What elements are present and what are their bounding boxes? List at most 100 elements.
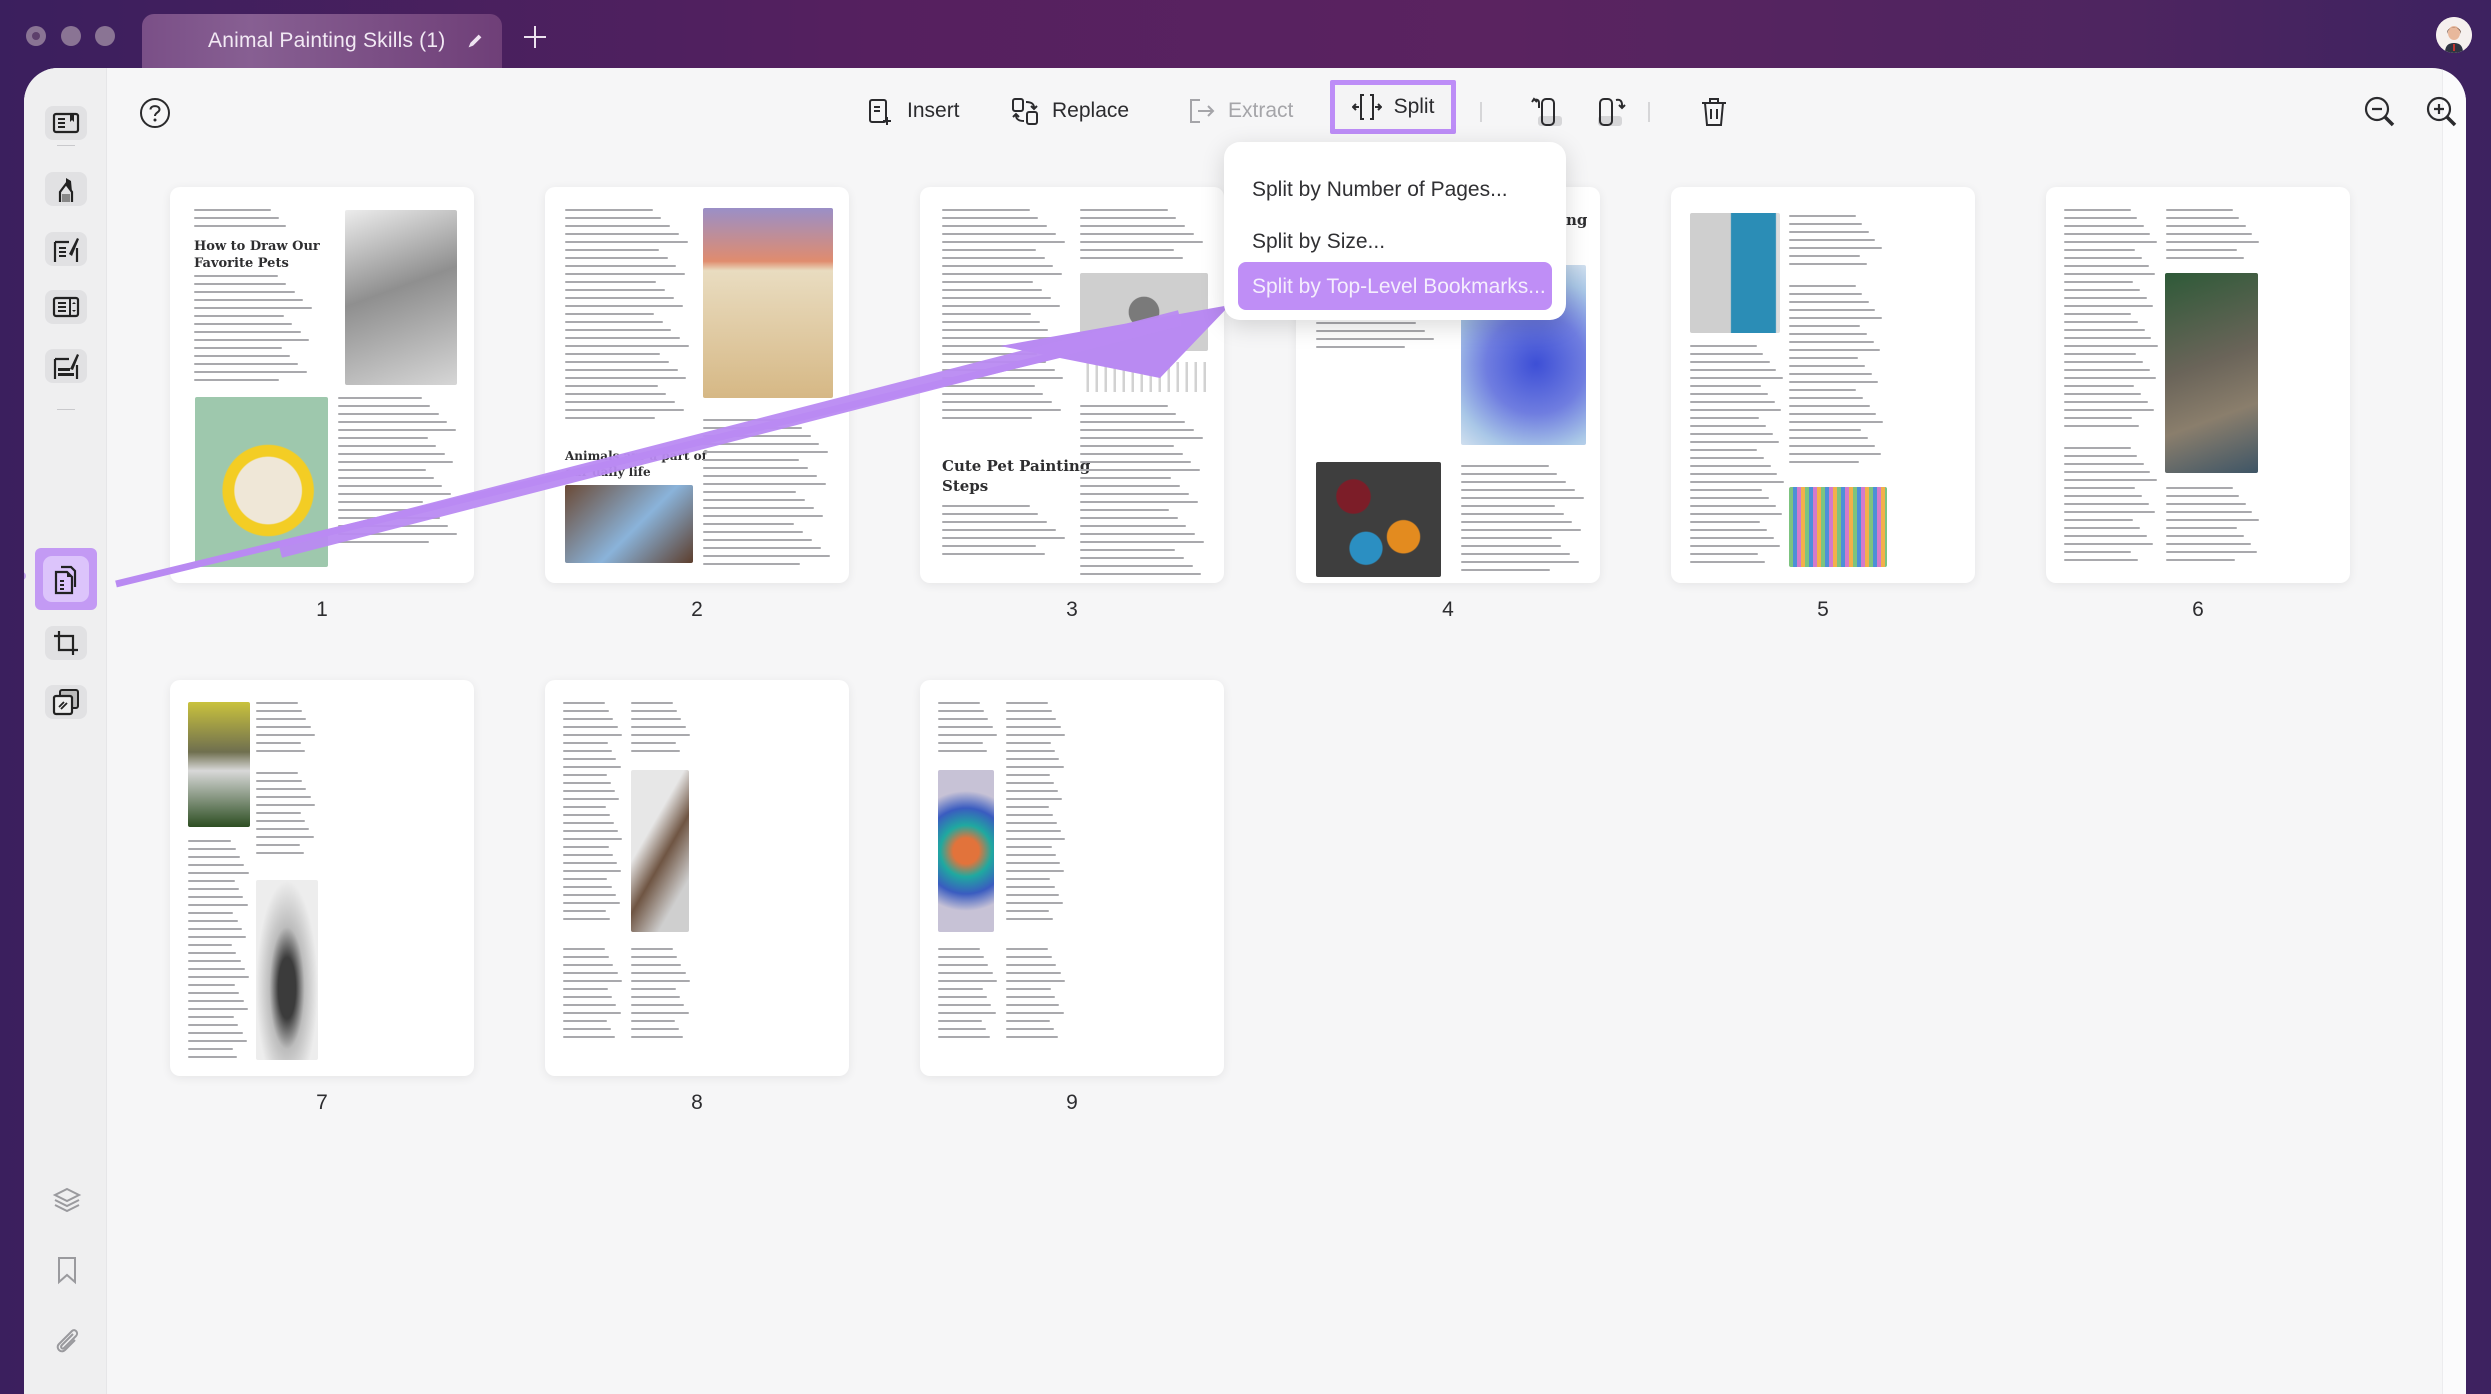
text-block [703, 419, 831, 571]
document-tab[interactable]: Animal Painting Skills (1) [142, 14, 502, 70]
text-block [1006, 702, 1066, 926]
close-window-button[interactable] [26, 26, 46, 46]
rotate-left-icon [1531, 97, 1562, 126]
delete-page-button[interactable] [1696, 94, 1732, 130]
left-sidebar [24, 68, 107, 1394]
zoom-out-button[interactable] [2362, 94, 2398, 130]
dog-sketches-image [1080, 362, 1208, 392]
paint-brushes-image [703, 208, 833, 398]
corgi-image [1080, 273, 1208, 351]
sidebar-comment-button[interactable] [45, 172, 87, 206]
page-number: 6 [2192, 598, 2204, 621]
help-icon [140, 98, 170, 128]
copy-tools-icon [52, 689, 79, 716]
rotate-right-button[interactable] [1596, 94, 1632, 130]
trash-icon [1702, 98, 1726, 126]
page-thumbnail[interactable] [920, 680, 1224, 1076]
user-avatar[interactable] [2436, 17, 2472, 53]
toolbar-separator [1648, 102, 1650, 122]
text-block [2166, 209, 2261, 265]
page-thumbnail[interactable] [1671, 187, 1975, 583]
text-block [1080, 405, 1205, 581]
split-by-size-option[interactable]: Split by Size... [1252, 230, 1385, 254]
rabbit-photo-image [188, 702, 250, 827]
split-icon [1351, 94, 1382, 120]
rotate-left-button[interactable] [1528, 94, 1564, 130]
insert-page-icon [869, 99, 891, 125]
text-block [631, 702, 691, 758]
sidebar-edit-button[interactable] [45, 232, 87, 266]
pencil-icon[interactable] [464, 30, 486, 52]
toolbar-separator [1480, 102, 1482, 122]
sidebar-tools-button[interactable] [45, 685, 87, 719]
page-thumbnail[interactable] [170, 680, 474, 1076]
text-block [2166, 487, 2261, 567]
page-number: 8 [691, 1091, 703, 1114]
page-number: 1 [316, 598, 328, 621]
text-block [942, 209, 1067, 425]
split-label: Split [1393, 95, 1435, 118]
text-block [2064, 447, 2159, 567]
form-icon [52, 296, 80, 318]
text-block [338, 397, 458, 549]
layers-icon [52, 1187, 82, 1213]
bookmark-icon [58, 1257, 76, 1285]
sidebar-sign-button[interactable] [45, 349, 87, 383]
split-by-pages-option[interactable]: Split by Number of Pages... [1252, 178, 1508, 202]
attachments-button[interactable] [51, 1324, 83, 1356]
text-block [1461, 465, 1586, 577]
sketchbook-image [2165, 273, 2258, 473]
extract-icon [1190, 99, 1215, 123]
highlighter-icon [58, 178, 74, 202]
text-block [1690, 345, 1785, 569]
sidebar-organize-pages-button[interactable] [35, 548, 97, 610]
sidebar-form-button[interactable] [45, 290, 87, 324]
edit-document-icon [53, 238, 79, 262]
text-block [563, 948, 623, 1044]
sidebar-crop-button[interactable] [45, 626, 87, 660]
rotate-right-icon [1598, 98, 1626, 126]
minimize-window-button[interactable] [61, 26, 81, 46]
text-block [2064, 209, 2159, 433]
page-number: 5 [1817, 598, 1829, 621]
new-tab-button[interactable] [522, 24, 548, 50]
vertical-scrollbar[interactable] [2442, 68, 2466, 1394]
zoom-in-button[interactable] [2424, 94, 2460, 130]
text-block [565, 209, 690, 425]
extract-button[interactable]: Extract [1186, 86, 1293, 136]
page-thumbnail[interactable]: How to Draw Our Favorite Pets [170, 187, 474, 583]
text-block [256, 702, 316, 758]
page-number: 9 [1066, 1091, 1078, 1114]
maximize-window-button[interactable] [95, 26, 115, 46]
page-heading: Cute Pet Painting Steps [942, 457, 1091, 495]
page-thumbnail[interactable]: Animals are a part of our daily life [545, 187, 849, 583]
replace-button[interactable]: Replace [1010, 86, 1129, 136]
page-heading: ng [1566, 211, 1588, 229]
text-block [1789, 285, 1884, 469]
crop-icon [54, 631, 78, 655]
embroidery-image [195, 397, 328, 567]
page-thumbnail[interactable] [2046, 187, 2350, 583]
replace-label: Replace [1052, 99, 1130, 122]
text-block [938, 948, 998, 1044]
help-button[interactable] [138, 96, 172, 130]
dog-sketch-image [345, 210, 457, 385]
layers-button[interactable] [51, 1184, 83, 1216]
paint-cups-image [1316, 462, 1441, 577]
text-block [563, 702, 623, 926]
split-button[interactable]: Split [1330, 80, 1456, 134]
page-heading: How to Draw Our Favorite Pets [194, 239, 320, 271]
page-number: 4 [1442, 598, 1454, 621]
text-block [1080, 209, 1205, 265]
sidebar-divider [57, 145, 75, 146]
sidebar-reader-button[interactable] [45, 106, 87, 140]
text-block [188, 840, 250, 1064]
text-block [194, 209, 304, 233]
page-thumbnail[interactable] [545, 680, 849, 1076]
insert-button[interactable]: Insert [865, 86, 960, 136]
split-by-bookmarks-option[interactable]: Split by Top-Level Bookmarks... [1238, 262, 1552, 310]
bookmarks-button[interactable] [51, 1254, 83, 1286]
sidebar-divider [57, 409, 75, 410]
text-block [1006, 948, 1066, 1044]
page-thumbnail[interactable]: Cute Pet Painting Steps [920, 187, 1224, 583]
